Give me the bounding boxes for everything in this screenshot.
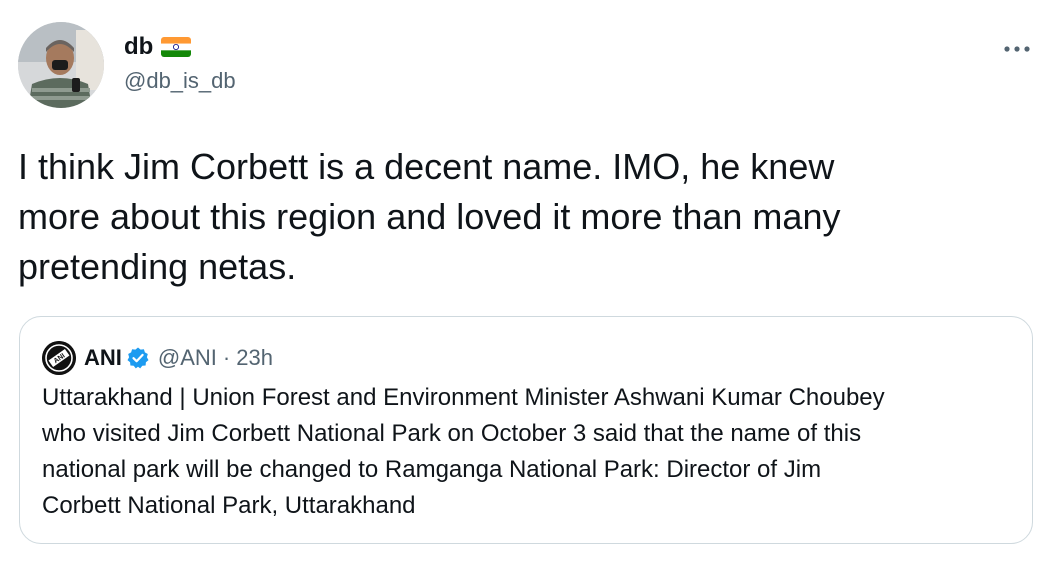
quoted-tweet[interactable]: ANI ANI @ANI · 23h Uttarakhand | Union F… <box>19 316 1033 544</box>
quoted-author-handle[interactable]: @ANI <box>158 345 217 371</box>
quoted-author-name[interactable]: ANI <box>84 345 122 371</box>
verified-badge-icon <box>126 346 150 370</box>
header-separator: · <box>222 345 231 370</box>
author-info: db @db_is_db <box>124 32 236 96</box>
quoted-tweet-header: ANI ANI @ANI · 23h <box>42 341 273 375</box>
quoted-tweet-time[interactable]: 23h <box>236 345 273 371</box>
more-options-icon <box>1004 46 1030 52</box>
more-options-button[interactable] <box>1000 32 1034 66</box>
tweet-text: I think Jim Corbett is a decent name. IM… <box>18 146 841 287</box>
india-flag-icon <box>161 37 192 57</box>
tweet[interactable]: db @db_is_db I think Jim Corbett is a de… <box>0 0 1052 565</box>
quoted-tweet-text: Uttarakhand | Union Forest and Environme… <box>42 384 885 519</box>
author-handle[interactable]: @db_is_db <box>124 66 236 96</box>
profile-photo-avatar <box>18 22 104 108</box>
author-avatar[interactable] <box>18 22 104 108</box>
author-display-name[interactable]: db <box>124 32 153 62</box>
ani-logo-avatar[interactable]: ANI <box>42 341 76 375</box>
